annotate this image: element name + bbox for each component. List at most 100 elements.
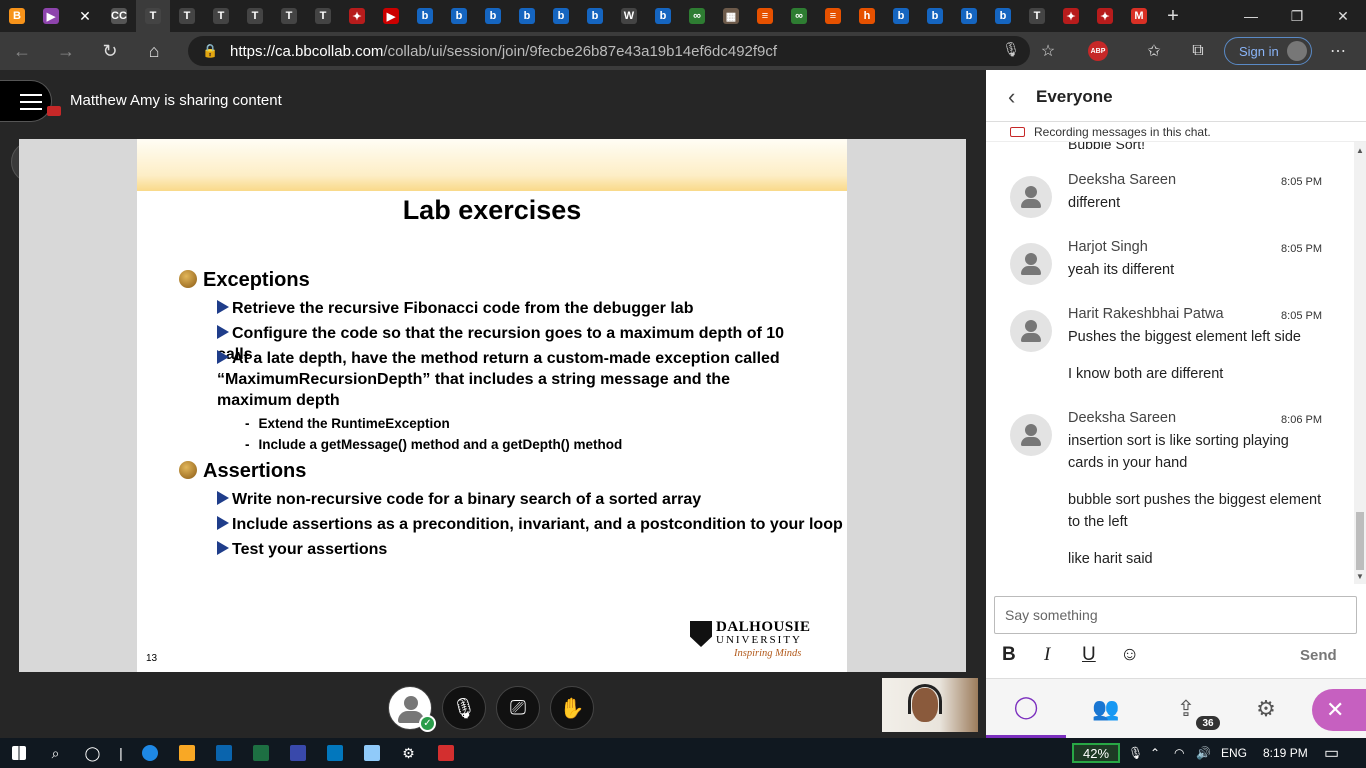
tab-bing-5[interactable]: b [544,0,578,32]
tab-bing-2[interactable]: b [442,0,476,32]
chat-scrollbar[interactable]: ▲ ▼ [1354,142,1366,584]
outlook-icon[interactable] [205,738,242,768]
emoji-icon[interactable]: ☺ [1120,644,1139,666]
file-explorer-icon[interactable] [168,738,205,768]
tab-bing-6[interactable]: b [578,0,612,32]
message-text: bubble sort pushes the biggest element t… [1068,492,1322,530]
arrow-bullet-icon [217,491,229,505]
home-icon[interactable]: ⌂ [132,32,176,70]
favorite-add-icon[interactable]: ☆ [1028,32,1068,70]
microphone-tray-icon[interactable]: 🎙 [1128,738,1143,768]
microphone-icon[interactable]: 🎙 [1002,41,1020,58]
forward-icon[interactable]: → [44,32,88,70]
tab-notes-3[interactable]: T [204,0,238,32]
camera-off-button[interactable]: ⎚ [496,686,540,730]
language-indicator[interactable]: ENG [1221,738,1247,768]
tab-stack-2[interactable]: ≡ [816,0,850,32]
tab-notes-7[interactable]: T [1020,0,1054,32]
tab-bing-8[interactable]: b [884,0,918,32]
tab-stack-1[interactable]: ≡ [748,0,782,32]
item-text: Write non-recursive code for a binary se… [232,491,702,508]
my-status-button[interactable]: ✓ [388,686,436,732]
tab-notes-5[interactable]: T [272,0,306,32]
search-icon[interactable]: ⌕ [37,738,74,768]
url-field[interactable]: 🔒 https://ca.bbcollab.com/collab/ui/sess… [188,36,1030,66]
tab-bing-10[interactable]: b [952,0,986,32]
tab-bing-3[interactable]: b [476,0,510,32]
tab-notes-5-favicon-icon: T [281,8,297,24]
slide-number: 13 [146,653,158,664]
scroll-thumb[interactable] [1356,512,1364,570]
notepad-icon[interactable] [353,738,390,768]
tab-youtube[interactable]: ▶ [374,0,408,32]
adblock-icon[interactable]: ABP [1078,32,1118,70]
sign-in-button[interactable]: Sign in [1224,37,1312,65]
edge-taskbar-icon[interactable] [131,738,168,768]
raise-hand-button[interactable]: ✋ [550,686,594,730]
attendees-tab[interactable]: 👥 36 [1066,679,1220,739]
bullet-icon [179,461,197,479]
refresh-icon[interactable]: ↻ [88,32,132,70]
underline-icon[interactable]: U [1082,644,1096,666]
restore-icon[interactable]: ❐ [1274,0,1320,32]
tab-maple-2[interactable]: ✦ [1054,0,1088,32]
share-tab[interactable]: ⇪ [1146,679,1226,739]
tab-maple-1-favicon-icon: ✦ [349,8,365,24]
tab-bing-4[interactable]: b [510,0,544,32]
notifications-icon[interactable]: ▭ [1324,738,1339,768]
chevron-up-icon[interactable]: ⌃ [1150,738,1160,768]
tab-bitcoin[interactable]: B [0,0,34,32]
battery-indicator[interactable]: 42% [1072,743,1120,763]
chat-input[interactable]: Say something [994,596,1357,634]
tab-infinity-2[interactable]: ∞ [782,0,816,32]
volume-icon[interactable]: 🔊 [1196,738,1211,768]
cortana-icon[interactable]: ◯ [74,738,111,768]
photos-icon[interactable] [316,738,353,768]
close-tab-icon[interactable]: ✕ [79,8,91,25]
tab-notes-1[interactable]: T [136,0,170,32]
tab-bing-11[interactable]: b [986,0,1020,32]
send-button[interactable]: Send [1300,647,1337,664]
new-tab-icon[interactable]: + [1156,0,1190,32]
tab-notes-4[interactable]: T [238,0,272,32]
tab-bing-7[interactable]: b [646,0,680,32]
settings-tab[interactable]: ⚙ [1226,679,1306,739]
session-menu-button[interactable] [0,80,52,122]
tab-bing-1[interactable]: b [408,0,442,32]
scroll-up-icon[interactable]: ▲ [1356,146,1364,155]
tab-h[interactable]: h [850,0,884,32]
favorites-icon[interactable]: ✩ [1134,32,1174,70]
close-panel-button[interactable]: ✕ [1312,689,1366,731]
tab-image[interactable]: ▦ [714,0,748,32]
collections-icon[interactable]: ⧉ [1178,32,1218,70]
tab-wordpress[interactable]: W [612,0,646,32]
wifi-icon[interactable]: ◠ [1174,738,1184,768]
tab-bitcoin-favicon-icon: B [9,8,25,24]
app-gear-taskbar-icon[interactable] [279,738,316,768]
tab-close[interactable]: ✕ [68,0,102,32]
tab-infinity-1[interactable]: ∞ [680,0,714,32]
scroll-down-icon[interactable]: ▼ [1356,572,1364,581]
acrobat-icon[interactable] [427,738,464,768]
windows-start-icon[interactable] [0,738,37,768]
tab-notes-6[interactable]: T [306,0,340,32]
back-icon[interactable]: ← [0,32,44,70]
chat-tab[interactable]: ◯ [986,679,1066,739]
mute-microphone-button[interactable]: 🎙 [442,686,486,730]
tab-notes-2[interactable]: T [170,0,204,32]
italic-icon[interactable]: I [1044,644,1050,666]
clock[interactable]: 8:19 PM [1263,738,1308,768]
tab-maple-1[interactable]: ✦ [340,0,374,32]
tab-bing-9[interactable]: b [918,0,952,32]
tab-cc[interactable]: CC [102,0,136,32]
minimize-icon[interactable]: — [1228,0,1274,32]
tab-maple-3[interactable]: ✦ [1088,0,1122,32]
settings-taskbar-icon[interactable]: ⚙ [390,738,427,768]
excel-icon[interactable] [242,738,279,768]
bold-icon[interactable]: B [1002,644,1016,666]
chevron-left-icon[interactable]: ‹ [1008,84,1015,110]
more-icon[interactable]: ⋯ [1318,32,1358,70]
tab-gmail[interactable]: M [1122,0,1156,32]
tab-video[interactable]: ▶ [34,0,68,32]
close-window-icon[interactable]: ✕ [1320,0,1366,32]
